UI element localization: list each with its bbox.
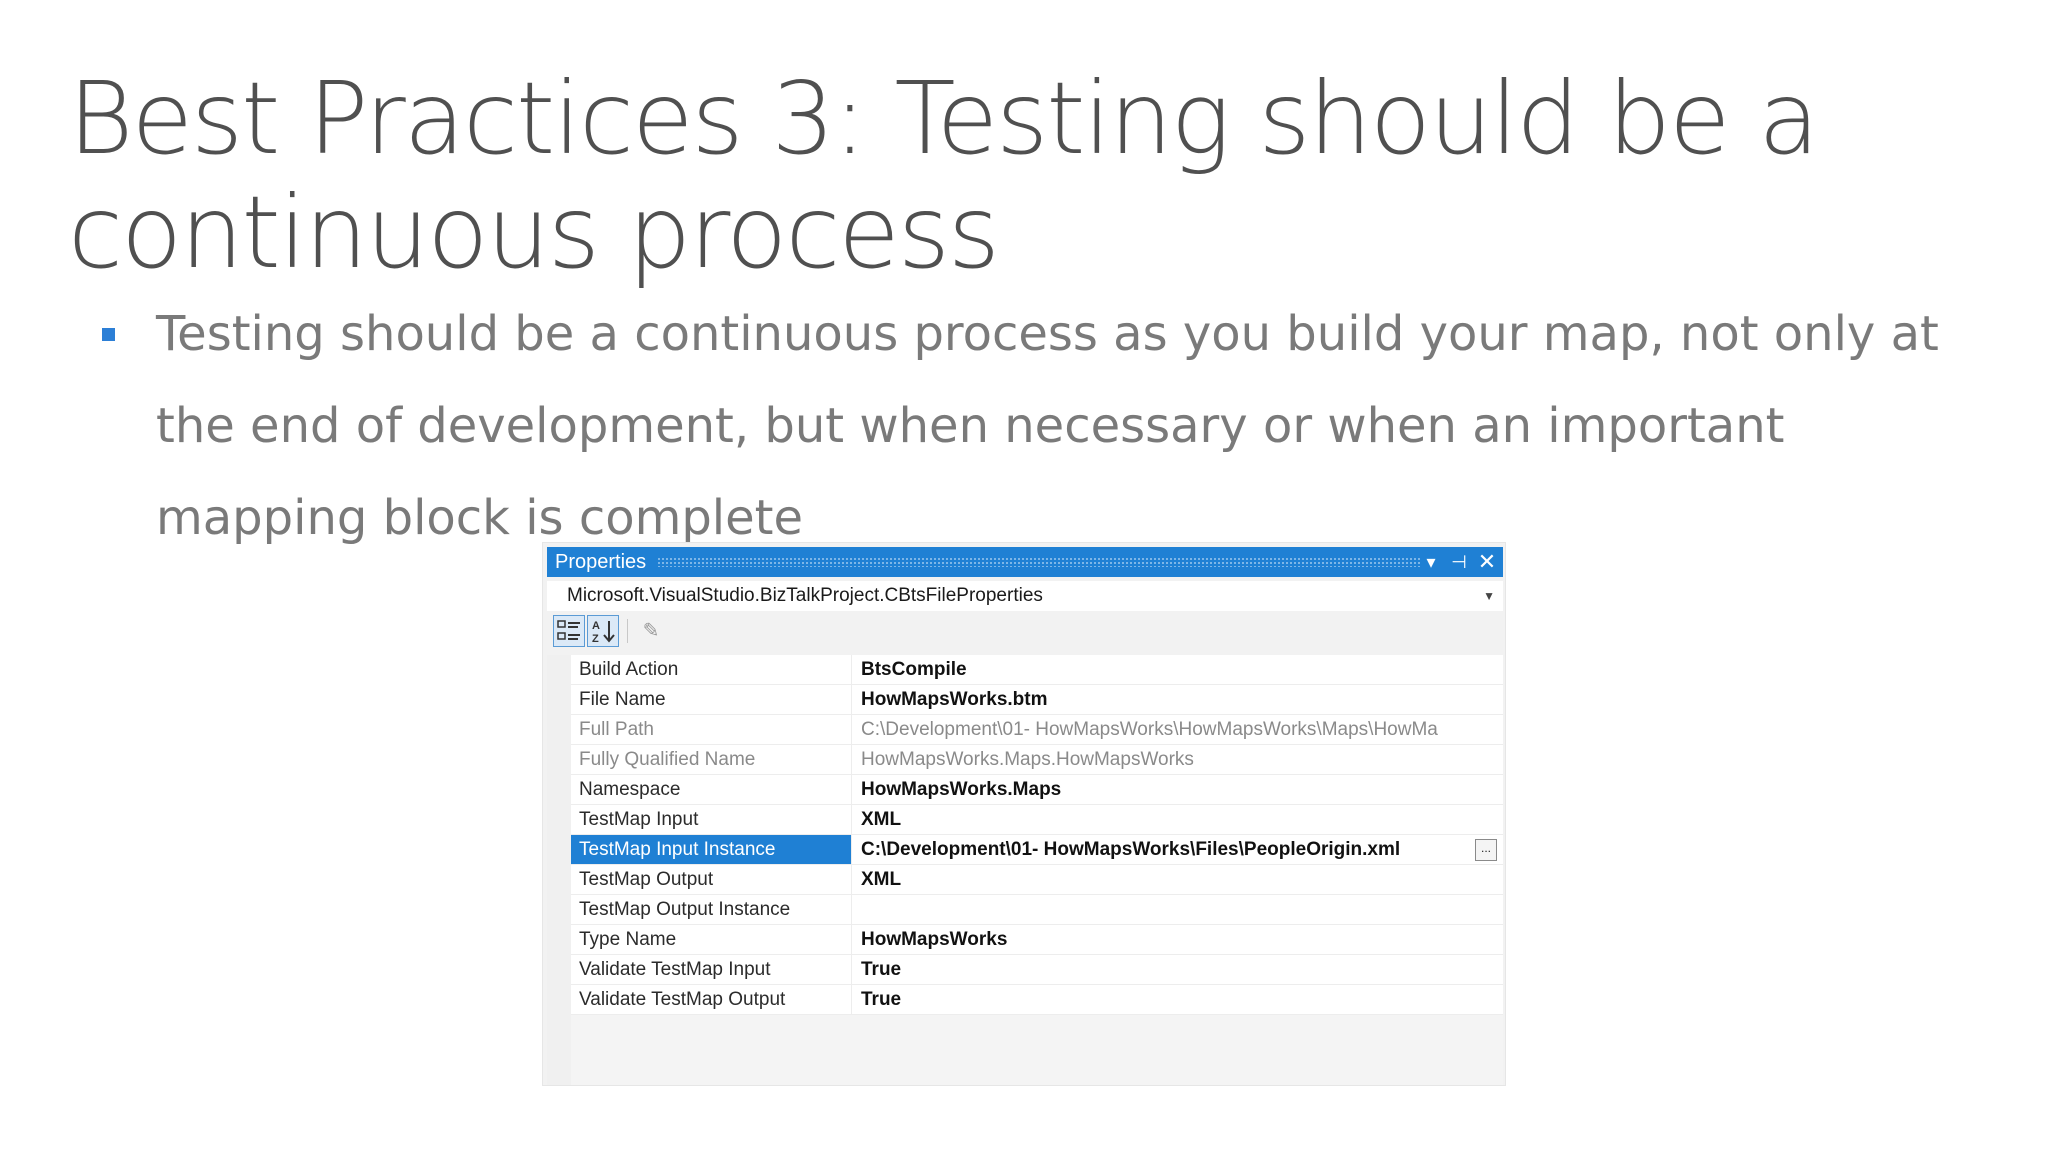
column-divider xyxy=(851,655,852,684)
column-divider xyxy=(851,805,852,834)
wrench-icon[interactable]: ✎ xyxy=(635,615,667,647)
property-value[interactable]: HowMapsWorks.Maps xyxy=(861,775,1501,804)
window-position-dropdown-icon[interactable]: ▾ xyxy=(1419,547,1443,577)
property-name: Validate TestMap Output xyxy=(579,989,786,1010)
property-value[interactable]: True xyxy=(861,955,1501,984)
property-row-testmap-input[interactable]: TestMap Input XML xyxy=(571,805,1503,835)
titlebar-grip xyxy=(657,557,1421,567)
column-divider xyxy=(851,955,852,984)
property-row-type-name[interactable]: Type Name HowMapsWorks xyxy=(571,925,1503,955)
property-row-namespace[interactable]: Namespace HowMapsWorks.Maps xyxy=(571,775,1503,805)
grid-empty-area xyxy=(571,1015,1503,1085)
object-selector[interactable]: Microsoft.VisualStudio.BizTalkProject.CB… xyxy=(547,581,1503,611)
properties-toolbar: A Z ✎ xyxy=(547,613,1503,649)
property-value[interactable] xyxy=(861,895,1501,924)
property-value[interactable]: HowMapsWorks.btm xyxy=(861,685,1501,714)
property-name: Validate TestMap Input xyxy=(579,959,771,980)
property-name: File Name xyxy=(579,689,666,710)
property-row-testmap-input-instance[interactable]: TestMap Input Instance C:\Development\01… xyxy=(571,835,1503,865)
property-row-testmap-output-instance[interactable]: TestMap Output Instance xyxy=(571,895,1503,925)
column-divider xyxy=(851,895,852,924)
property-row-file-name[interactable]: File Name HowMapsWorks.btm xyxy=(571,685,1503,715)
toolbar-separator xyxy=(627,619,628,643)
property-name: Namespace xyxy=(579,779,681,800)
property-row-build-action[interactable]: Build Action BtsCompile xyxy=(571,655,1503,685)
property-value[interactable]: C:\Development\01- HowMapsWorks\Files\Pe… xyxy=(861,835,1461,864)
property-grid: Build Action BtsCompile File Name HowMap… xyxy=(547,655,1503,1085)
alphabetical-icon[interactable]: A Z xyxy=(587,615,619,647)
property-name: Fully Qualified Name xyxy=(579,749,756,770)
properties-titlebar[interactable]: Properties ▾ ⊣ ✕ xyxy=(547,547,1503,577)
column-divider xyxy=(851,775,852,804)
property-row-fully-qualified-name[interactable]: Fully Qualified Name HowMapsWorks.Maps.H… xyxy=(571,745,1503,775)
property-value[interactable]: HowMapsWorks xyxy=(861,925,1501,954)
close-icon[interactable]: ✕ xyxy=(1475,547,1499,577)
property-name: TestMap Input xyxy=(579,809,699,830)
bullet-icon xyxy=(102,328,115,341)
column-divider xyxy=(851,865,852,894)
property-row-full-path[interactable]: Full Path C:\Development\01- HowMapsWork… xyxy=(571,715,1503,745)
column-divider xyxy=(851,925,852,954)
column-divider xyxy=(851,685,852,714)
bullet-text: Testing should be a continuous process a… xyxy=(156,306,1939,546)
column-divider xyxy=(851,985,852,1014)
property-name: TestMap Output Instance xyxy=(579,899,791,920)
property-name: Full Path xyxy=(579,719,654,740)
chevron-down-icon[interactable]: ▼ xyxy=(1483,581,1495,611)
column-divider xyxy=(851,835,852,864)
column-divider xyxy=(851,715,852,744)
property-row-testmap-output[interactable]: TestMap Output XML xyxy=(571,865,1503,895)
grid-margin xyxy=(547,655,571,1085)
property-value[interactable]: True xyxy=(861,985,1501,1014)
svg-text:Z: Z xyxy=(592,633,599,645)
property-value[interactable]: BtsCompile xyxy=(861,655,1501,684)
properties-window: Properties ▾ ⊣ ✕ Microsoft.VisualStudio.… xyxy=(542,542,1506,1086)
property-name: Build Action xyxy=(579,659,679,680)
svg-text:A: A xyxy=(592,620,600,632)
browse-ellipsis-button[interactable]: ... xyxy=(1475,839,1497,861)
property-row-validate-testmap-input[interactable]: Validate TestMap Input True xyxy=(571,955,1503,985)
object-selector-value: Microsoft.VisualStudio.BizTalkProject.CB… xyxy=(567,585,1043,606)
auto-hide-pin-icon[interactable]: ⊣ xyxy=(1447,547,1471,577)
property-row-validate-testmap-output[interactable]: Validate TestMap Output True xyxy=(571,985,1503,1015)
property-name: TestMap Input Instance xyxy=(571,835,851,864)
property-value[interactable]: HowMapsWorks.Maps.HowMapsWorks xyxy=(861,745,1501,774)
property-value[interactable]: C:\Development\01- HowMapsWorks\HowMapsW… xyxy=(861,715,1501,744)
column-divider xyxy=(851,745,852,774)
properties-title: Properties xyxy=(555,551,647,573)
property-name: TestMap Output xyxy=(579,869,714,890)
property-name: Type Name xyxy=(579,929,677,950)
property-value[interactable]: XML xyxy=(861,805,1501,834)
slide-title: Best Practices 3: Testing should be a co… xyxy=(68,60,1820,291)
categorized-icon[interactable] xyxy=(553,615,585,647)
property-value[interactable]: XML xyxy=(861,865,1501,894)
